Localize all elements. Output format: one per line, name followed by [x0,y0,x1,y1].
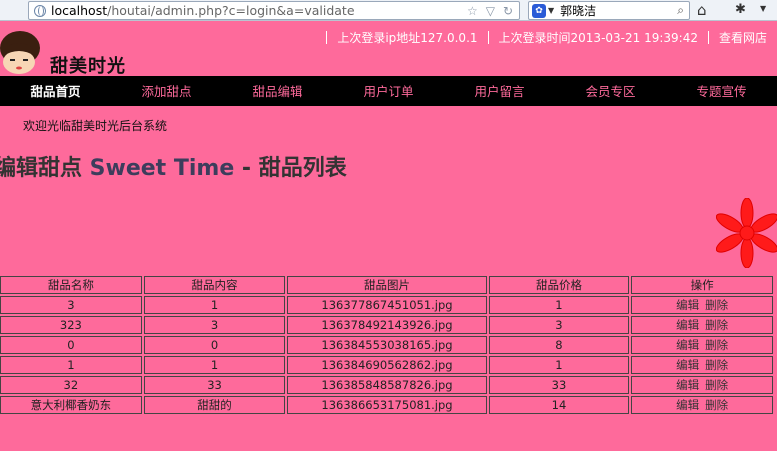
actions-cell: 编辑 删除 [631,356,773,374]
actions-cell: 编辑 删除 [631,396,773,414]
home-icon[interactable]: ⌂ [697,1,707,19]
url-text: localhost/houtai/admin.php?c=login&a=val… [51,3,355,18]
table-cell: 136384553038165.jpg [287,336,487,354]
search-query[interactable]: 郭晓洁 [560,2,596,19]
nav-item-promotions[interactable]: 专题宣传 [666,76,777,106]
globe-icon [34,4,46,17]
column-header: 操作 [631,276,773,294]
last-login-ip: 上次登录ip地址127.0.0.1 [337,31,478,45]
table-cell: 1 [488,356,630,374]
star-icon[interactable]: ☆ [467,4,478,18]
table-cell: 1 [488,296,630,314]
table-header-row: 甜品名称 甜品内容 甜品图片 甜品价格 操作 [0,276,773,294]
view-site-link[interactable]: 查看网店 [719,29,767,46]
table-cell: 33 [143,376,286,394]
table-cell: 136385848587826.jpg [287,376,487,394]
page-title-part1: 编辑甜点 [0,156,90,181]
last-login-time: 上次登录时间2013-03-21 19:39:42 [498,31,698,45]
actions-cell: 编辑 删除 [631,336,773,354]
table-cell: 323 [0,316,142,334]
edit-link[interactable]: 编辑 [676,398,699,412]
table-cell: 意大利椰香奶东 [0,396,142,414]
nav-item-edit-dessert[interactable]: 甜品编辑 [222,76,333,106]
browser-toolbar: localhost/houtai/admin.php?c=login&a=val… [0,0,777,21]
actions-cell: 编辑 删除 [631,376,773,394]
edit-link[interactable]: 编辑 [676,338,699,352]
nav-item-add-dessert[interactable]: 添加甜点 [111,76,222,106]
edit-link[interactable]: 编辑 [676,358,699,372]
actions-cell: 编辑 删除 [631,296,773,314]
table-row: 32 33 136385848587826.jpg 33 编辑 删除 [0,376,773,394]
dropdown-icon[interactable]: ▽ [486,4,495,18]
delete-link[interactable]: 删除 [705,338,728,352]
table-row: 1 1 136384690562862.jpg 1 编辑 删除 [0,356,773,374]
table-cell: 3 [143,316,286,334]
divider [487,31,489,44]
table-cell: 0 [143,336,286,354]
reload-icon[interactable]: ↻ [503,4,513,18]
firebug-icon[interactable]: ✱ [735,2,746,17]
brand-name: 甜美时光 [50,56,126,77]
column-header: 甜品图片 [287,276,487,294]
column-header: 甜品内容 [143,276,286,294]
column-header: 甜品名称 [0,276,142,294]
edit-link[interactable]: 编辑 [676,298,699,312]
delete-link[interactable]: 删除 [705,358,728,372]
main-nav: 甜品首页 添加甜点 甜品编辑 用户订单 用户留言 会员专区 专题宣传 [0,76,777,106]
search-icon[interactable]: ⌕ [677,3,684,18]
search-engine-dropdown-icon[interactable]: ▼ [548,6,554,15]
table-cell: 32 [0,376,142,394]
table-cell: 1 [143,296,286,314]
table-row: 3 1 136377867451051.jpg 1 编辑 删除 [0,296,773,314]
nav-item-orders[interactable]: 用户订单 [333,76,444,106]
table-cell: 8 [488,336,630,354]
divider [326,31,328,44]
nav-item-members[interactable]: 会员专区 [555,76,666,106]
table-row: 323 3 136378492143926.jpg 3 编辑 删除 [0,316,773,334]
nav-item-messages[interactable]: 用户留言 [444,76,555,106]
table-cell: 3 [0,296,142,314]
edit-link[interactable]: 编辑 [676,378,699,392]
table-row: 0 0 136384553038165.jpg 8 编辑 删除 [0,336,773,354]
table-cell: 3 [488,316,630,334]
table-cell: 1 [143,356,286,374]
welcome-text: 欢迎光临甜美时光后台系统 [23,119,168,133]
column-header: 甜品价格 [488,276,630,294]
address-bar-icons: ☆ ▽ ↻ [467,2,513,19]
login-info-bar: 上次登录ip地址127.0.0.1 上次登录时间2013-03-21 19:39… [316,29,767,46]
divider [707,31,709,44]
baidu-paw-icon[interactable]: ✿ [532,3,546,18]
table-cell: 甜甜的 [143,396,286,414]
page-title-part3: - 甜品列表 [234,156,347,181]
delete-link[interactable]: 删除 [705,398,728,412]
table-cell: 33 [488,376,630,394]
page-title-part2: Sweet Time [89,156,235,181]
edit-link[interactable]: 编辑 [676,318,699,332]
flower-icon [716,198,777,268]
delete-link[interactable]: 删除 [705,318,728,332]
table-cell: 0 [0,336,142,354]
address-bar[interactable]: localhost/houtai/admin.php?c=login&a=val… [28,1,520,20]
table-cell: 1 [0,356,142,374]
table-cell: 136377867451051.jpg [287,296,487,314]
table-cell: 136386653175081.jpg [287,396,487,414]
delete-link[interactable]: 删除 [705,378,728,392]
table-cell: 14 [488,396,630,414]
nav-item-home[interactable]: 甜品首页 [0,76,111,106]
delete-link[interactable]: 删除 [705,298,728,312]
table-cell: 136384690562862.jpg [287,356,487,374]
chevron-down-icon[interactable]: ▼ [760,4,766,13]
table-row: 意大利椰香奶东 甜甜的 136386653175081.jpg 14 编辑 删除 [0,396,773,414]
search-box[interactable]: ✿ ▼ 郭晓洁 ⌕ [528,1,690,20]
actions-cell: 编辑 删除 [631,316,773,334]
table-cell: 136378492143926.jpg [287,316,487,334]
page-title: 编辑甜点 Sweet Time - 甜品列表 [0,150,347,182]
dessert-table: 甜品名称 甜品内容 甜品图片 甜品价格 操作 3 1 136377867451051… [0,274,775,416]
